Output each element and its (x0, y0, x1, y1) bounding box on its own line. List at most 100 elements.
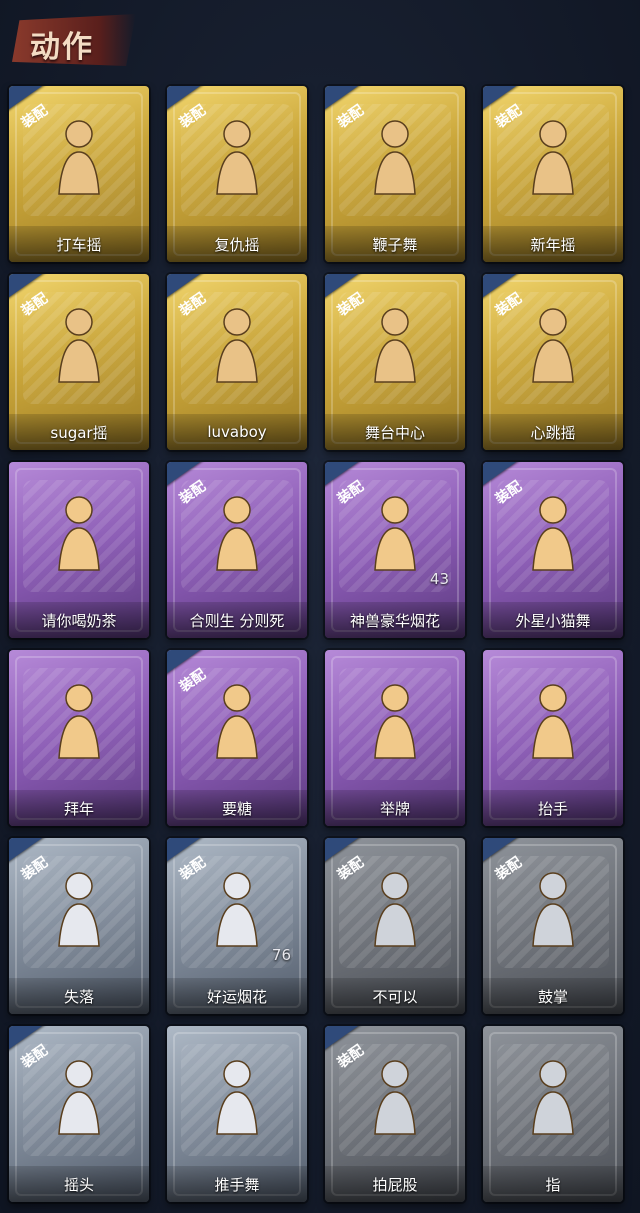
dancer-sugar-icon (58, 308, 100, 383)
point-icon (532, 1060, 574, 1135)
action-label: 要糖 (221, 799, 252, 818)
action-card[interactable]: 复仇摇 装配 (167, 86, 307, 262)
card-label-bar: 打车摇 (9, 226, 149, 262)
action-card[interactable]: 请你喝奶茶 (9, 462, 149, 638)
action-label: 复仇摇 (214, 235, 260, 254)
action-label: sugar摇 (50, 423, 108, 442)
action-label: 举牌 (379, 799, 410, 818)
card-label-bar: 新年摇 (483, 226, 623, 262)
dancer-hug-icon (216, 308, 258, 383)
dancer-point-up-icon (216, 120, 258, 195)
action-label: 外星小猫舞 (515, 611, 591, 630)
hold-sign-icon (374, 684, 416, 759)
dancer-whip-icon (374, 120, 416, 195)
action-label: 鼓掌 (537, 987, 568, 1006)
card-label-bar: 要糖 (167, 790, 307, 826)
card-label-bar: 指 (483, 1166, 623, 1202)
ask-candy-icon (216, 684, 258, 759)
action-card[interactable]: 外星小猫舞 装配 (483, 462, 623, 638)
action-card[interactable]: luvaboy 装配 (167, 274, 307, 450)
action-label: luvaboy (207, 423, 267, 441)
action-label: 指 (545, 1175, 561, 1194)
action-label: 神兽豪华烟花 (349, 611, 440, 630)
card-label-bar: 好运烟花 (167, 978, 307, 1014)
alien-cat-dance-icon (532, 496, 574, 571)
card-label-bar: 外星小猫舞 (483, 602, 623, 638)
action-card[interactable]: 举牌 (325, 650, 465, 826)
push-hand-dance-icon (216, 1060, 258, 1135)
card-label-bar: 拍屁股 (325, 1166, 465, 1202)
action-card[interactable]: 指 (483, 1026, 623, 1202)
card-label-bar: 举牌 (325, 790, 465, 826)
lucky-firework-icon (216, 872, 258, 947)
header: 动作 (0, 0, 640, 80)
card-label-bar: sugar摇 (9, 414, 149, 450)
fireworks-luxury-icon (374, 496, 416, 571)
action-label: 失落 (63, 987, 94, 1006)
action-card[interactable]: sugar摇 装配 (9, 274, 149, 450)
card-label-bar: 神兽豪华烟花 (325, 602, 465, 638)
action-label: 摇头 (63, 1175, 94, 1194)
new-year-greeting-icon (58, 684, 100, 759)
clap-icon (532, 872, 574, 947)
action-card[interactable]: 要糖 装配 (167, 650, 307, 826)
card-label-bar: 推手舞 (167, 1166, 307, 1202)
action-label: 舞台中心 (364, 423, 425, 442)
action-label: 拜年 (63, 799, 94, 818)
dancer-center-icon (374, 308, 416, 383)
action-label: 鞭子舞 (372, 235, 418, 254)
action-card[interactable]: 不可以 装配 (325, 838, 465, 1014)
action-label: 抬手 (537, 799, 568, 818)
card-label-bar: 鼓掌 (483, 978, 623, 1014)
action-card[interactable]: 推手舞 (167, 1026, 307, 1202)
dancer-heartbeat-icon (532, 308, 574, 383)
dancer-newyear-icon (532, 120, 574, 195)
action-card[interactable]: 拜年 (9, 650, 149, 826)
action-card[interactable]: 拍屁股 装配 (325, 1026, 465, 1202)
action-label: 打车摇 (56, 235, 102, 254)
card-label-bar: 鞭子舞 (325, 226, 465, 262)
action-card[interactable]: 舞台中心 装配 (325, 274, 465, 450)
item-count: 43 (429, 570, 449, 588)
action-label: 心跳摇 (530, 423, 576, 442)
card-label-bar: 请你喝奶茶 (9, 602, 149, 638)
group-hug-icon (216, 496, 258, 571)
action-card[interactable]: 鞭子舞 装配 (325, 86, 465, 262)
action-card[interactable]: 摇头 装配 (9, 1026, 149, 1202)
card-label-bar: 复仇摇 (167, 226, 307, 262)
action-card[interactable]: 打车摇 装配 (9, 86, 149, 262)
dancer-hip-icon (58, 120, 100, 195)
card-label-bar: 摇头 (9, 1166, 149, 1202)
card-label-bar: luvaboy (167, 414, 307, 450)
card-label-bar: 失落 (9, 978, 149, 1014)
action-label: 推手舞 (214, 1175, 260, 1194)
shake-head-icon (58, 1060, 100, 1135)
card-label-bar: 舞台中心 (325, 414, 465, 450)
card-label-bar: 抬手 (483, 790, 623, 826)
milk-tea-icon (58, 496, 100, 571)
action-label: 好运烟花 (206, 987, 267, 1006)
action-label: 拍屁股 (372, 1175, 418, 1194)
action-card[interactable]: 76 好运烟花 装配 (167, 838, 307, 1014)
action-card[interactable]: 合则生 分则死 装配 (167, 462, 307, 638)
card-label-bar: 拜年 (9, 790, 149, 826)
action-label: 请你喝奶茶 (41, 611, 117, 630)
card-label-bar: 心跳摇 (483, 414, 623, 450)
action-card[interactable]: 心跳摇 装配 (483, 274, 623, 450)
action-card[interactable]: 43 神兽豪华烟花 装配 (325, 462, 465, 638)
card-label-bar: 不可以 (325, 978, 465, 1014)
action-label: 新年摇 (530, 235, 576, 254)
action-card[interactable]: 失落 装配 (9, 838, 149, 1014)
finger-no-icon (374, 872, 416, 947)
raise-hand-icon (532, 684, 574, 759)
action-label: 不可以 (372, 987, 418, 1006)
page-title: 动作 (30, 30, 94, 65)
card-label-bar: 合则生 分则死 (167, 602, 307, 638)
crawl-sad-icon (58, 872, 100, 947)
action-card[interactable]: 抬手 (483, 650, 623, 826)
action-label: 合则生 分则死 (189, 611, 285, 630)
pat-butt-icon (374, 1060, 416, 1135)
item-count: 76 (271, 946, 291, 964)
action-card[interactable]: 鼓掌 装配 (483, 838, 623, 1014)
action-card[interactable]: 新年摇 装配 (483, 86, 623, 262)
